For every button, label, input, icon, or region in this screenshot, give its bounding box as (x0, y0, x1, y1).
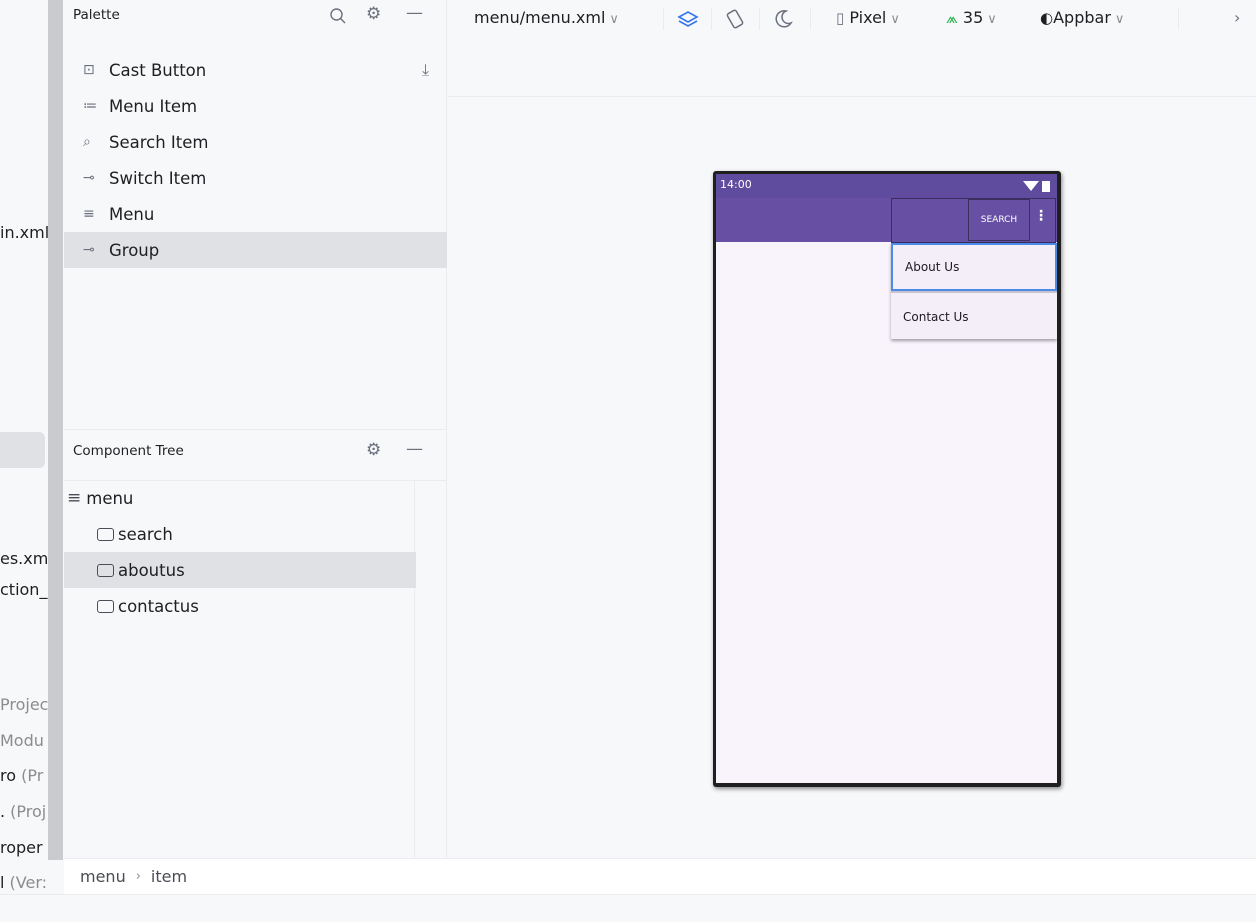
breadcrumb-item[interactable]: item (151, 867, 187, 886)
minimize-icon[interactable]: — (406, 3, 423, 23)
android-icon: ⩕ (946, 9, 958, 27)
menu-item-label: Contact Us (903, 310, 969, 324)
project-scrollbar[interactable] (48, 0, 63, 860)
file-selector[interactable]: menu/menu.xml ∨ (474, 8, 619, 27)
toolbar-separator (759, 8, 760, 30)
device-selector[interactable]: ▯ Pixel ∨ (836, 8, 900, 27)
search-action-button[interactable]: SEARCH (968, 199, 1030, 241)
project-selected-row[interactable] (0, 432, 45, 468)
menu-item-label: About Us (905, 260, 960, 274)
palette-item-cast-button[interactable]: ⊡ Cast Button ⤓ (64, 52, 447, 88)
panel-divider[interactable] (64, 429, 447, 430)
group-icon: ⊸ (83, 242, 95, 258)
overflow-dropdown: About Us Contact Us (891, 243, 1057, 339)
status-strip (0, 894, 1256, 922)
palette-item-switch-item[interactable]: ⊸ Switch Item (64, 160, 447, 196)
editor-toolbar: menu/menu.xml ∨ ▯ Pixel ∨ ⩕ 35 ∨ ◐Appbar ∨ › (448, 0, 1256, 38)
menu-item-about-us[interactable]: About Us (891, 243, 1057, 291)
tree-node-search[interactable]: search (64, 516, 416, 552)
project-panel: in.xml es.xm ction_ Projec Modu ro (Pr .… (0, 0, 64, 922)
tree-node-aboutus[interactable]: aboutus (64, 552, 416, 588)
night-mode-icon[interactable] (772, 8, 794, 30)
menu-item-icon: ≔ (83, 98, 97, 114)
menu-icon: ≡ (67, 488, 82, 508)
gear-icon[interactable]: ⚙ (366, 4, 381, 24)
chevron-down-icon: ∨ (1114, 12, 1125, 27)
api-level: 35 (962, 8, 984, 27)
tree-node-label: search (118, 524, 173, 544)
device-preview[interactable]: 14:00 SEARCH ⋮ About Us Contact Us (713, 171, 1061, 787)
download-icon[interactable]: ⤓ (422, 60, 429, 80)
tree-node-label: menu (86, 488, 134, 508)
palette-item-label: Cast Button (109, 60, 207, 80)
status-time: 14:00 (720, 178, 752, 191)
project-item-4[interactable]: Modu (0, 731, 44, 750)
status-bar: 14:00 (716, 174, 1057, 198)
menu-icon: ≡ (83, 206, 95, 222)
project-item-3[interactable]: Projec (0, 695, 48, 714)
palette-item-label: Group (109, 240, 160, 260)
component-tree-title: Component Tree (73, 443, 184, 459)
chevron-down-icon: ∨ (890, 12, 900, 27)
palette-item-label: Search Item (109, 132, 209, 152)
project-item-6[interactable]: . (Proj (0, 802, 46, 821)
theme-selector[interactable]: ◐Appbar ∨ (1040, 8, 1124, 27)
menu-item-icon (97, 599, 114, 613)
project-item-8[interactable]: l (Ver: (0, 873, 47, 892)
tree-node-label: aboutus (118, 560, 185, 580)
toolbar-separator (1178, 8, 1179, 30)
chevron-right-icon: › (135, 869, 141, 884)
toolbar-separator (711, 8, 712, 30)
device-name: Pixel (849, 8, 887, 27)
breadcrumb-item[interactable]: menu (80, 867, 126, 886)
palette-item-search-item[interactable]: ⌕ Search Item (64, 124, 447, 160)
project-item-2[interactable]: ction_ (0, 580, 47, 599)
palette-header: Palette ⚙ — (64, 0, 447, 34)
menu-item-contact-us[interactable]: Contact Us (891, 293, 1057, 341)
palette-item-label: Menu Item (109, 96, 198, 116)
tree-node-label: contactus (118, 596, 199, 616)
project-item-0[interactable]: in.xml (0, 223, 49, 242)
project-item-1[interactable]: es.xm (0, 549, 48, 568)
wifi-battery-icon (1023, 181, 1050, 192)
phone-screen: 14:00 SEARCH ⋮ About Us Contact Us (716, 174, 1057, 783)
search-item-icon: ⌕ (83, 134, 91, 150)
theme-name: Appbar (1053, 8, 1111, 27)
toolbar-separator (663, 8, 664, 30)
chevron-down-icon: ∨ (609, 12, 619, 27)
menu-item-icon (97, 563, 114, 577)
minimize-icon[interactable]: — (406, 439, 423, 459)
component-tree-header: Component Tree ⚙ — (64, 436, 447, 470)
overflow-menu-icon[interactable]: ⋮ (1034, 208, 1048, 224)
switch-item-icon: ⊸ (83, 170, 95, 186)
orientation-icon[interactable] (724, 8, 748, 32)
toolbar-divider (448, 96, 1256, 97)
toolbar-separator (810, 8, 811, 30)
tree-node-contactus[interactable]: contactus (64, 588, 416, 624)
palette-title: Palette (73, 7, 120, 23)
search-action-label: SEARCH (980, 215, 1018, 225)
palette-item-group[interactable]: ⊸ Group (64, 232, 447, 268)
chevron-down-icon: ∨ (987, 12, 997, 27)
search-icon[interactable] (329, 7, 347, 25)
design-surface-icon[interactable] (676, 9, 700, 31)
palette-item-menu[interactable]: ≡ Menu (64, 196, 447, 232)
project-item-7[interactable]: roper (0, 838, 43, 857)
theme-icon: ◐ (1040, 9, 1054, 27)
breadcrumb: menu › item (64, 858, 1256, 894)
palette-item-label: Menu (109, 204, 155, 224)
cast-icon: ⊡ (83, 62, 95, 78)
palette-panel: Palette ⚙ — ⊡ Cast Button ⤓ ≔ Menu Item … (64, 0, 447, 858)
menu-item-icon (97, 527, 114, 541)
palette-item-menu-item[interactable]: ≔ Menu Item (64, 88, 447, 124)
chevron-right-icon[interactable]: › (1234, 8, 1240, 27)
palette-item-label: Switch Item (109, 168, 207, 188)
phone-icon: ▯ (836, 9, 845, 27)
gear-icon[interactable]: ⚙ (366, 440, 381, 460)
api-level-selector[interactable]: ⩕ 35 ∨ (946, 8, 997, 27)
file-name: menu/menu.xml (474, 8, 606, 27)
tree-node-menu[interactable]: ≡ menu (64, 480, 416, 516)
project-item-5[interactable]: ro (Pr (0, 766, 43, 785)
